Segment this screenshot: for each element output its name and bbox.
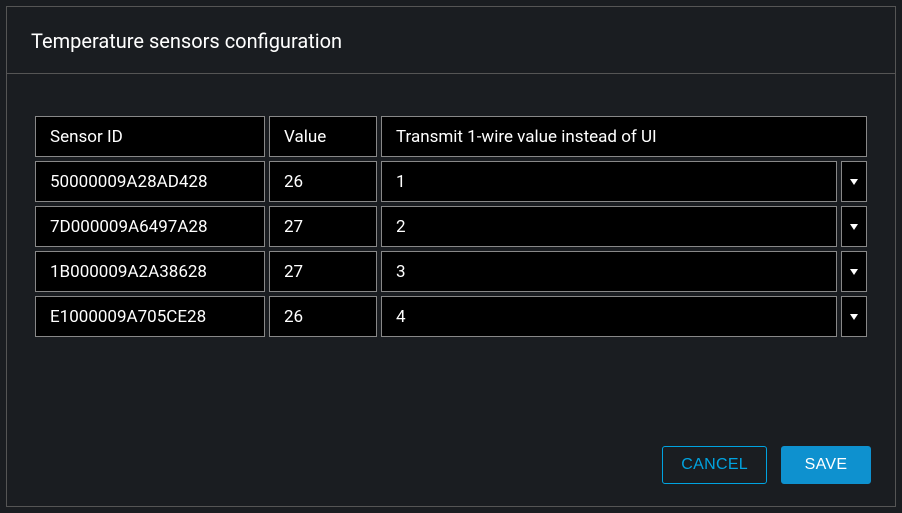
transmit-select-caret[interactable] <box>841 251 867 292</box>
cell-sensor-id: 7D000009A6497A28 <box>35 206 265 247</box>
table-row: 50000009A28AD428 26 1 <box>35 161 867 202</box>
cell-value: 26 <box>269 161 377 202</box>
caret-down-icon <box>850 269 858 275</box>
cell-transmit: 1 <box>381 161 867 202</box>
transmit-select-value: 3 <box>381 251 837 292</box>
cell-value: 27 <box>269 206 377 247</box>
cancel-button[interactable]: CANCEL <box>662 446 767 484</box>
dialog-title: Temperature sensors configuration <box>31 29 871 53</box>
dialog-body: Sensor ID Value Transmit 1-wire value in… <box>7 74 895 506</box>
transmit-select[interactable]: 3 <box>381 251 867 292</box>
transmit-select-value: 2 <box>381 206 837 247</box>
cell-value: 27 <box>269 251 377 292</box>
transmit-select-value: 4 <box>381 296 837 337</box>
dialog-footer: CANCEL SAVE <box>31 446 871 486</box>
table-row: 7D000009A6497A28 27 2 <box>35 206 867 247</box>
cell-sensor-id: 1B000009A2A38628 <box>35 251 265 292</box>
transmit-select-value: 1 <box>381 161 837 202</box>
save-button[interactable]: SAVE <box>781 446 871 484</box>
transmit-select[interactable]: 1 <box>381 161 867 202</box>
table-row: 1B000009A2A38628 27 3 <box>35 251 867 292</box>
dialog-header: Temperature sensors configuration <box>7 7 895 74</box>
cell-value: 26 <box>269 296 377 337</box>
sensor-config-dialog: Temperature sensors configuration Sensor… <box>6 6 896 507</box>
cell-transmit: 3 <box>381 251 867 292</box>
header-transmit: Transmit 1-wire value instead of UI <box>381 116 867 157</box>
caret-down-icon <box>850 179 858 185</box>
transmit-select-caret[interactable] <box>841 296 867 337</box>
transmit-select-caret[interactable] <box>841 161 867 202</box>
transmit-select[interactable]: 2 <box>381 206 867 247</box>
cell-sensor-id: 50000009A28AD428 <box>35 161 265 202</box>
cell-transmit: 4 <box>381 296 867 337</box>
sensor-table: Sensor ID Value Transmit 1-wire value in… <box>31 112 871 341</box>
header-sensor-id: Sensor ID <box>35 116 265 157</box>
caret-down-icon <box>850 224 858 230</box>
transmit-select[interactable]: 4 <box>381 296 867 337</box>
table-row: E1000009A705CE28 26 4 <box>35 296 867 337</box>
caret-down-icon <box>850 314 858 320</box>
table-header-row: Sensor ID Value Transmit 1-wire value in… <box>35 116 867 157</box>
cell-transmit: 2 <box>381 206 867 247</box>
transmit-select-caret[interactable] <box>841 206 867 247</box>
cell-sensor-id: E1000009A705CE28 <box>35 296 265 337</box>
header-value: Value <box>269 116 377 157</box>
sensor-table-wrap: Sensor ID Value Transmit 1-wire value in… <box>31 112 871 446</box>
